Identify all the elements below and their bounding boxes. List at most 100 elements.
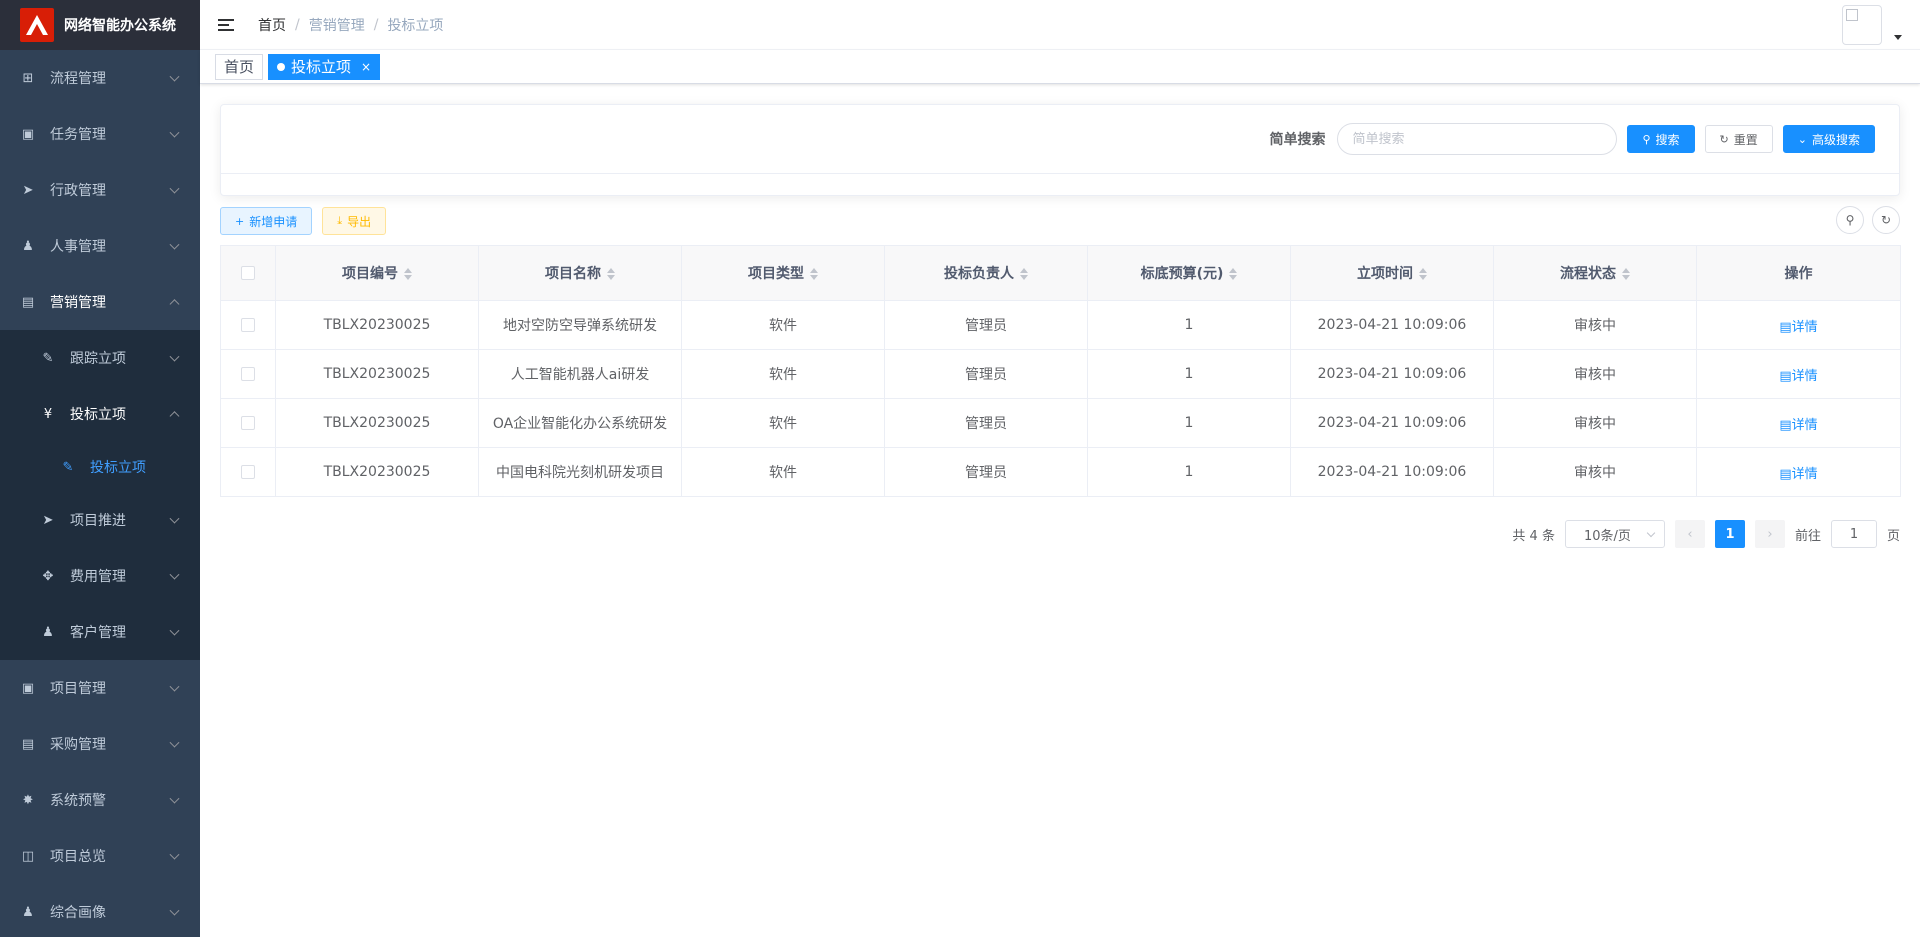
sidebar-item-bidding-page[interactable]: ✎ 投标立项 [0,442,200,492]
cell-name: 人工智能机器人ai研发 [478,349,682,399]
detail-link[interactable]: ▤详情 [1779,418,1817,433]
cell-owner: 管理员 [884,349,1088,399]
table-toolbar: + 新增申请 ⤓ 导出 ⚲ ↻ [220,206,1900,236]
column-header[interactable]: 立项时间 [1290,245,1494,301]
main-area: 首页 / 营销管理 / 投标立项 首页 投标立项 × 简单搜索 简单搜索 ⚲ 搜… [200,0,1920,937]
sort-icon[interactable] [1020,268,1028,280]
row-checkbox[interactable] [241,318,255,332]
sidebar-item-progress[interactable]: ➤ 项目推进 [0,492,200,548]
navbar: 首页 / 营销管理 / 投标立项 [200,0,1920,50]
sidebar-item-task[interactable]: ▣ 任务管理 [0,106,200,162]
search-input[interactable] [1337,123,1618,155]
sidebar-item-label: 系统预警 [50,793,106,809]
page-size-select[interactable]: 10条/页 [1564,520,1665,548]
sidebar-item-overview[interactable]: ◫ 项目总览 [0,828,200,884]
cell-action: ▤详情 [1696,349,1901,399]
cell-time: 2023-04-21 10:09:06 [1290,447,1494,497]
sort-icon[interactable] [1419,268,1427,280]
detail-label: 详情 [1791,417,1818,433]
refresh-button[interactable]: ↻ [1872,206,1900,234]
breadcrumb: 首页 / 营销管理 / 投标立项 [258,15,443,35]
sort-icon[interactable] [810,268,818,280]
task-icon: ▣ [21,126,35,142]
total-count: 共 4 条 [1512,528,1555,544]
sidebar-item-admin[interactable]: ➤ 行政管理 [0,162,200,218]
caret-down-icon[interactable] [1894,34,1902,40]
advanced-search-label: 高级搜索 [1811,132,1860,147]
tags-view: 首页 投标立项 × [200,50,1920,84]
column-header[interactable]: 项目名称 [478,245,682,301]
search-row: 简单搜索 ⚲ 搜索 ↻ 重置 ⌄ 高级搜索 [1269,123,1875,155]
page-number[interactable]: 1 [1714,520,1745,548]
chevron-down-icon [169,127,180,138]
detail-link[interactable]: ▤详情 [1779,467,1817,482]
sidebar-item-alert[interactable]: ✸ 系统预警 [0,772,200,828]
sidebar-item-bidding[interactable]: ¥ 投标立项 [0,386,200,442]
column-header[interactable]: 投标负责人 [884,245,1088,301]
sidebar-item-label: 客户管理 [70,625,126,641]
tag-label: 首页 [224,57,255,76]
column-header[interactable]: 项目编号 [275,245,479,301]
close-icon[interactable]: × [361,55,371,79]
edit-icon: ✎ [62,459,74,475]
content: 简单搜索 ⚲ 搜索 ↻ 重置 ⌄ 高级搜索 + 新增申请 ⤓ 导出 ⚲ ↻ [200,84,1920,497]
column-header[interactable]: 标底预算(元) [1087,245,1291,301]
sidebar-item-customer[interactable]: ♟ 客户管理 [0,604,200,660]
sidebar-item-expense[interactable]: ✥ 费用管理 [0,548,200,604]
select-all-checkbox[interactable] [241,266,255,280]
sort-icon[interactable] [607,268,615,280]
sidebar-item-marketing[interactable]: ▤ 营销管理 [0,274,200,330]
sidebar-item-hr[interactable]: ♟ 人事管理 [0,218,200,274]
sidebar-item-portrait[interactable]: ♟ 综合画像 [0,884,200,937]
row-checkbox[interactable] [241,465,255,479]
toggle-search-button[interactable]: ⚲ [1836,206,1864,234]
advanced-search-button[interactable]: ⌄ 高级搜索 [1782,125,1875,153]
sidebar-item-purchase[interactable]: ▤ 采购管理 [0,716,200,772]
user-menu[interactable] [1842,5,1902,45]
search-button[interactable]: ⚲ 搜索 [1627,125,1695,153]
prev-page-button[interactable]: ‹ [1674,520,1705,548]
cell-name: 地对空防空导弹系统研发 [478,300,682,350]
detail-link[interactable]: ▤详情 [1779,369,1817,384]
row-select-cell [220,349,276,399]
detail-link[interactable]: ▤详情 [1779,320,1817,335]
tag-home[interactable]: 首页 [215,53,264,80]
cell-code: TBLX20230025 [275,398,479,448]
row-checkbox[interactable] [241,367,255,381]
hamburger-icon[interactable] [218,18,234,31]
logo[interactable]: 网络智能办公系统 [0,0,200,50]
sidebar-item-label: 行政管理 [50,183,106,199]
sidebar-item-tracking[interactable]: ✎ 跟踪立项 [0,330,200,386]
document-icon: ▤ [1779,417,1792,433]
row-checkbox[interactable] [241,416,255,430]
sidebar-item-label: 采购管理 [50,737,106,753]
add-request-button[interactable]: + 新增申请 [220,207,313,235]
detail-label: 详情 [1791,368,1818,384]
cell-status: 审核中 [1493,398,1697,448]
sort-icon[interactable] [404,268,412,280]
table-header-row: 项目编号 项目名称 项目类型 投标负责人 标底预算(元) 立项时间 流程状态 操… [220,245,1901,301]
sidebar-item-project[interactable]: ▣ 项目管理 [0,660,200,716]
breadcrumb-home[interactable]: 首页 [258,15,286,35]
book-icon: ◫ [21,848,35,864]
column-header-label: 操作 [1784,266,1813,282]
cell-name: OA企业智能化办公系统研发 [478,398,682,448]
export-button[interactable]: ⤓ 导出 [322,207,387,235]
sidebar-item-flow[interactable]: ⊞ 流程管理 [0,50,200,106]
yen-icon: ¥ [43,406,53,422]
goto-page-input[interactable] [1830,520,1877,548]
document-icon: ▤ [1779,319,1792,335]
column-header-label: 项目类型 [748,266,804,282]
column-header[interactable]: 项目类型 [681,245,885,301]
column-header[interactable]: 流程状态 [1493,245,1697,301]
column-header-label: 投标负责人 [944,266,1014,282]
sort-icon[interactable] [1622,268,1630,280]
tag-bidding[interactable]: 投标立项 × [268,53,381,80]
reset-button[interactable]: ↻ 重置 [1704,125,1773,153]
cell-budget: 1 [1087,398,1291,448]
sort-icon[interactable] [1229,268,1238,280]
next-page-button[interactable]: › [1754,520,1785,548]
avatar[interactable] [1842,5,1882,45]
move-icon: ✥ [42,568,54,584]
cell-name: 中国电科院光刻机研发项目 [478,447,682,497]
